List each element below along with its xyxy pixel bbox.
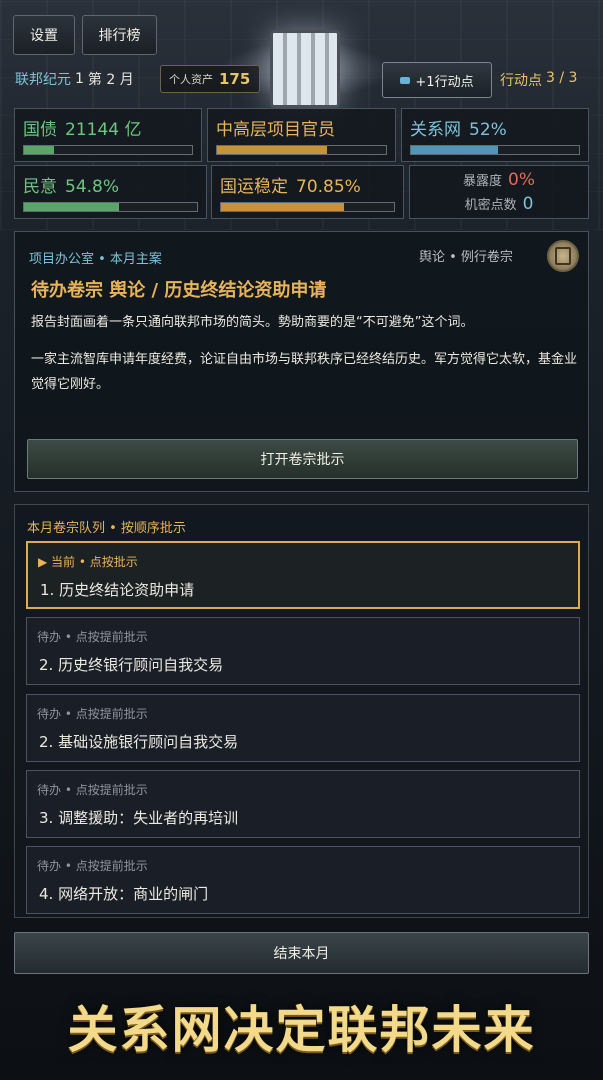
seal-icon[interactable] — [547, 240, 579, 272]
action-points-value: 3 / 3 — [546, 70, 578, 86]
queue-item-status: 待办 • 点按提前批示 — [37, 859, 148, 873]
queue-item-status: 待办 • 点按提前批示 — [37, 707, 148, 721]
era-indicator: 联邦纪元 1 第 2 月 — [15, 68, 134, 90]
assets-label: 个人资产 — [169, 73, 213, 86]
queue-item-status: 待办 • 点按提前批示 — [37, 630, 148, 644]
progress-fill — [24, 146, 55, 154]
public-opinion-stat: 民意 54.8% — [14, 165, 207, 219]
end-month-button[interactable]: 结束本月 — [14, 932, 589, 974]
queue-item[interactable]: 待办 • 点按提前批示 3. 调整援助：失业者的再培训 — [26, 770, 580, 838]
assets-value: 175 — [219, 70, 251, 88]
progress-fill — [217, 146, 327, 154]
era-year: 1 — [75, 71, 84, 87]
open-case-button[interactable]: 打开卷宗批示 — [27, 439, 578, 479]
queue-item-name: 2. 历史终银行顾问自我交易 — [39, 656, 224, 674]
queue-header: 本月卷宗队列 • 按顺序批示 — [27, 521, 186, 536]
exposure-value: 0% — [508, 170, 535, 190]
action-points: 行动点 3 / 3 — [500, 70, 577, 90]
stat-value: 21144 亿 — [65, 120, 142, 140]
progress-bar — [216, 145, 387, 155]
leaderboard-button[interactable]: 排行榜 — [82, 15, 157, 55]
current-case-panel: 项目办公室 • 本月主案 舆论 • 例行卷宗 待办卷宗 舆论 / 历史终结论资助… — [14, 231, 589, 492]
case-description-paragraph: 报告封面画着一条只通向联邦市场的简头。勢助商要的是“不可避免”这个词。 — [31, 315, 474, 330]
ticket-icon — [400, 76, 411, 84]
secret-points-value: 0 — [522, 194, 534, 214]
promo-slogan: 关系网决定联邦未来 — [67, 1000, 536, 1059]
case-office: 项目办公室 • 本月主案 — [29, 252, 162, 267]
stat-value: 70.85% — [296, 177, 361, 197]
case-description-paragraph: 一家主流智库申请年度经费，论证自由市场与联邦秩序已经终结历史。军方觉得它太软，基… — [31, 352, 578, 392]
stat-label: 国债 — [23, 120, 57, 140]
queue-item-status: 待办 • 点按提前批示 — [37, 783, 148, 797]
exposure-secret-stat: 暴露度 0% 机密点数 0 — [409, 165, 589, 219]
queue-item-name: 4. 网络开放：商业的闸门 — [39, 885, 209, 903]
queue-item-name: 3. 调整援助：失业者的再培训 — [39, 809, 239, 827]
action-points-label: 行动点 — [500, 73, 542, 89]
progress-bar — [410, 145, 580, 155]
stat-value: 54.8% — [65, 177, 120, 197]
network-stat: 关系网 52% — [401, 108, 589, 162]
exposure-label: 暴露度 — [463, 174, 503, 189]
era-label: 联邦纪元 — [15, 72, 71, 88]
progress-fill — [411, 146, 499, 154]
personal-assets: 个人资产 175 — [160, 65, 260, 93]
secret-points-label: 机密点数 — [464, 198, 517, 213]
case-queue: 本月卷宗队列 • 按顺序批示 ▶ 当前 • 点按批示 1. 历史终结论资助申请 … — [14, 504, 589, 918]
queue-item[interactable]: 待办 • 点按提前批示 4. 网络开放：商业的闸门 — [26, 846, 580, 914]
progress-bar — [23, 145, 193, 155]
progress-fill — [221, 203, 344, 211]
queue-item-name: 1. 历史终结论资助申请 — [40, 581, 195, 599]
add-action-point-button[interactable]: +1行动点 — [382, 62, 492, 98]
stat-label: 国运稳定 — [220, 177, 288, 197]
national-debt-stat: 国债 21144 亿 — [14, 108, 202, 162]
stat-value: 52% — [469, 120, 507, 140]
case-title: 待办卷宗 舆论 / 历史终结论资助申请 — [31, 280, 327, 301]
queue-item-status: ▶ 当前 • 点按批示 — [38, 555, 138, 569]
official-rank-stat: 中高层项目官员 — [207, 108, 396, 162]
queue-item-current[interactable]: ▶ 当前 • 点按批示 1. 历史终结论资助申请 — [26, 541, 580, 609]
month-label: 第 2 月 — [87, 72, 134, 88]
ceiling-lamp — [270, 30, 340, 108]
stat-label: 中高层项目官员 — [216, 120, 335, 140]
case-tags: 舆论 • 例行卷宗 — [419, 250, 513, 265]
progress-fill — [24, 203, 119, 211]
queue-item[interactable]: 待办 • 点按提前批示 2. 基础设施银行顾问自我交易 — [26, 694, 580, 762]
queue-item-name: 2. 基础设施银行顾问自我交易 — [39, 733, 239, 751]
progress-bar — [220, 202, 395, 212]
add-action-point-label: +1行动点 — [415, 74, 474, 90]
stat-label: 民意 — [23, 177, 57, 197]
settings-button[interactable]: 设置 — [13, 15, 75, 55]
queue-item[interactable]: 待办 • 点按提前批示 2. 历史终银行顾问自我交易 — [26, 617, 580, 685]
progress-bar — [23, 202, 198, 212]
national-stability-stat: 国运稳定 70.85% — [211, 165, 404, 219]
stat-label: 关系网 — [410, 120, 461, 140]
case-description: 报告封面画着一条只通向联邦市场的简头。勢助商要的是“不可避免”这个词。 一家主流… — [31, 310, 579, 397]
